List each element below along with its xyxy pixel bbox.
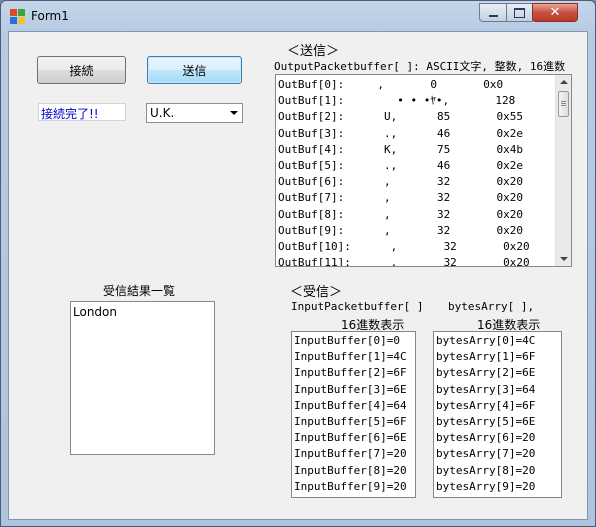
minimize-icon — [488, 14, 498, 17]
output-buffer-row[interactable]: OutBuf[5]: ., 46 0x2e — [276, 158, 571, 174]
connect-button[interactable]: 接続 — [37, 56, 126, 84]
output-buffer-row[interactable]: OutBuf[9]: , 32 0x20 — [276, 223, 571, 239]
results-heading: 受信結果一覧 — [103, 284, 176, 298]
bytes-array-row[interactable]: bytesArry[9]=20 — [434, 479, 561, 495]
result-list-item[interactable]: London — [71, 304, 214, 320]
bytes-array-row[interactable]: bytesArry[1]=6F — [434, 349, 561, 365]
input-buffer-row[interactable]: InputBuffer[9]=20 — [292, 479, 415, 495]
input-buffer-row[interactable]: InputBuffer[0]=0 — [292, 333, 415, 349]
input-buffer-row[interactable]: InputBuffer[6]=6E — [292, 430, 415, 446]
country-select[interactable]: U.K. — [146, 103, 243, 123]
maximize-button[interactable] — [506, 3, 533, 22]
output-buffer-row[interactable]: OutBuf[0]: , 0 0x0 — [276, 77, 571, 93]
title-bar[interactable]: Form1 ✕ — [1, 1, 595, 31]
close-button[interactable]: ✕ — [532, 3, 578, 22]
bytes-array-row[interactable]: bytesArry[5]=6E — [434, 414, 561, 430]
connection-status-field: 接続完了!! — [38, 103, 126, 121]
output-buffer-row[interactable]: OutBuf[4]: K, 75 0x4b — [276, 142, 571, 158]
send-button[interactable]: 送信 — [147, 56, 242, 84]
bytes-array-row[interactable]: bytesArry[0]=4C — [434, 333, 561, 349]
output-buffer-row[interactable]: OutBuf[11]: , 32 0x20 — [276, 255, 571, 266]
bytes-array-row[interactable]: bytesArry[3]=64 — [434, 382, 561, 398]
input-buffer-title: InputPacketbuffer[ ] — [291, 300, 424, 313]
output-buffer-row[interactable]: OutBuf[3]: ., 46 0x2e — [276, 126, 571, 142]
output-buffer-row[interactable]: OutBuf[2]: U, 85 0x55 — [276, 109, 571, 125]
bytes-array-list[interactable]: bytesArry[0]=4C bytesArry[1]=6F bytesArry[… — [433, 331, 562, 498]
output-buffer-row[interactable]: OutBuf[1]: • • •ﾔ•, 128 0x80 — [276, 93, 571, 109]
form-client-area: 接続 送信 接続完了!! U.K. ＜送信＞ OutputPacketbuffe… — [8, 31, 588, 520]
output-buffer-row[interactable]: OutBuf[7]: , 32 0x20 — [276, 190, 571, 206]
output-buffer-row[interactable]: OutBuf[10]: , 32 0x20 — [276, 239, 571, 255]
chevron-down-icon[interactable] — [230, 111, 238, 115]
bytes-array-row[interactable]: bytesArry[8]=20 — [434, 463, 561, 479]
input-buffer-row[interactable]: InputBuffer[7]=20 — [292, 446, 415, 462]
bytes-array-row[interactable]: bytesArry[6]=20 — [434, 430, 561, 446]
window-title: Form1 — [31, 9, 69, 23]
bytes-array-title: bytesArry[ ], — [448, 300, 535, 313]
input-buffer-row[interactable]: InputBuffer[1]=4C — [292, 349, 415, 365]
app-icon — [10, 9, 26, 25]
maximize-icon — [514, 7, 525, 18]
input-buffer-row[interactable]: InputBuffer[2]=6F — [292, 365, 415, 381]
send-section-subheading: OutputPacketbuffer[ ]: ASCII文字, 整数, 16進数 — [274, 60, 566, 73]
bytes-array-row[interactable]: bytesArry[4]=6F — [434, 398, 561, 414]
input-buffer-row[interactable]: InputBuffer[8]=20 — [292, 463, 415, 479]
send-button-label: 送信 — [182, 63, 207, 78]
close-icon: ✕ — [549, 5, 561, 20]
receive-section-heading: ＜受信＞ — [290, 285, 343, 300]
input-buffer-list[interactable]: InputBuffer[0]=0 InputBuffer[1]=4C InputBu… — [291, 331, 416, 498]
scroll-up-icon[interactable] — [560, 80, 568, 84]
output-buffer-row[interactable]: OutBuf[6]: , 32 0x20 — [276, 174, 571, 190]
input-buffer-row[interactable]: InputBuffer[3]=6E — [292, 382, 415, 398]
connection-status-text: 接続完了!! — [41, 107, 99, 121]
connect-button-label: 接続 — [69, 63, 94, 78]
results-list[interactable]: London — [70, 301, 215, 455]
bytes-array-row[interactable]: bytesArry[2]=6E — [434, 365, 561, 381]
country-select-value: U.K. — [150, 106, 175, 120]
input-buffer-row[interactable]: InputBuffer[4]=64 — [292, 398, 415, 414]
bytes-array-row[interactable]: bytesArry[7]=20 — [434, 446, 561, 462]
scrollbar-thumb[interactable] — [558, 91, 569, 117]
input-buffer-row[interactable]: InputBuffer[5]=6F — [292, 414, 415, 430]
output-buffer-list[interactable]: OutBuf[0]: , 0 0x0 OutBuf[1]: • • •ﾔ•, 12… — [275, 74, 572, 267]
output-buffer-row[interactable]: OutBuf[8]: , 32 0x20 — [276, 207, 571, 223]
form-window: Form1 ✕ 接続 送信 接続完了!! U.K. ＜送信＞ OutputPac… — [0, 0, 596, 527]
minimize-button[interactable] — [479, 3, 507, 22]
scroll-down-icon[interactable] — [560, 257, 568, 261]
send-section-heading: ＜送信＞ — [287, 44, 340, 59]
output-buffer-scrollbar[interactable] — [555, 75, 571, 266]
